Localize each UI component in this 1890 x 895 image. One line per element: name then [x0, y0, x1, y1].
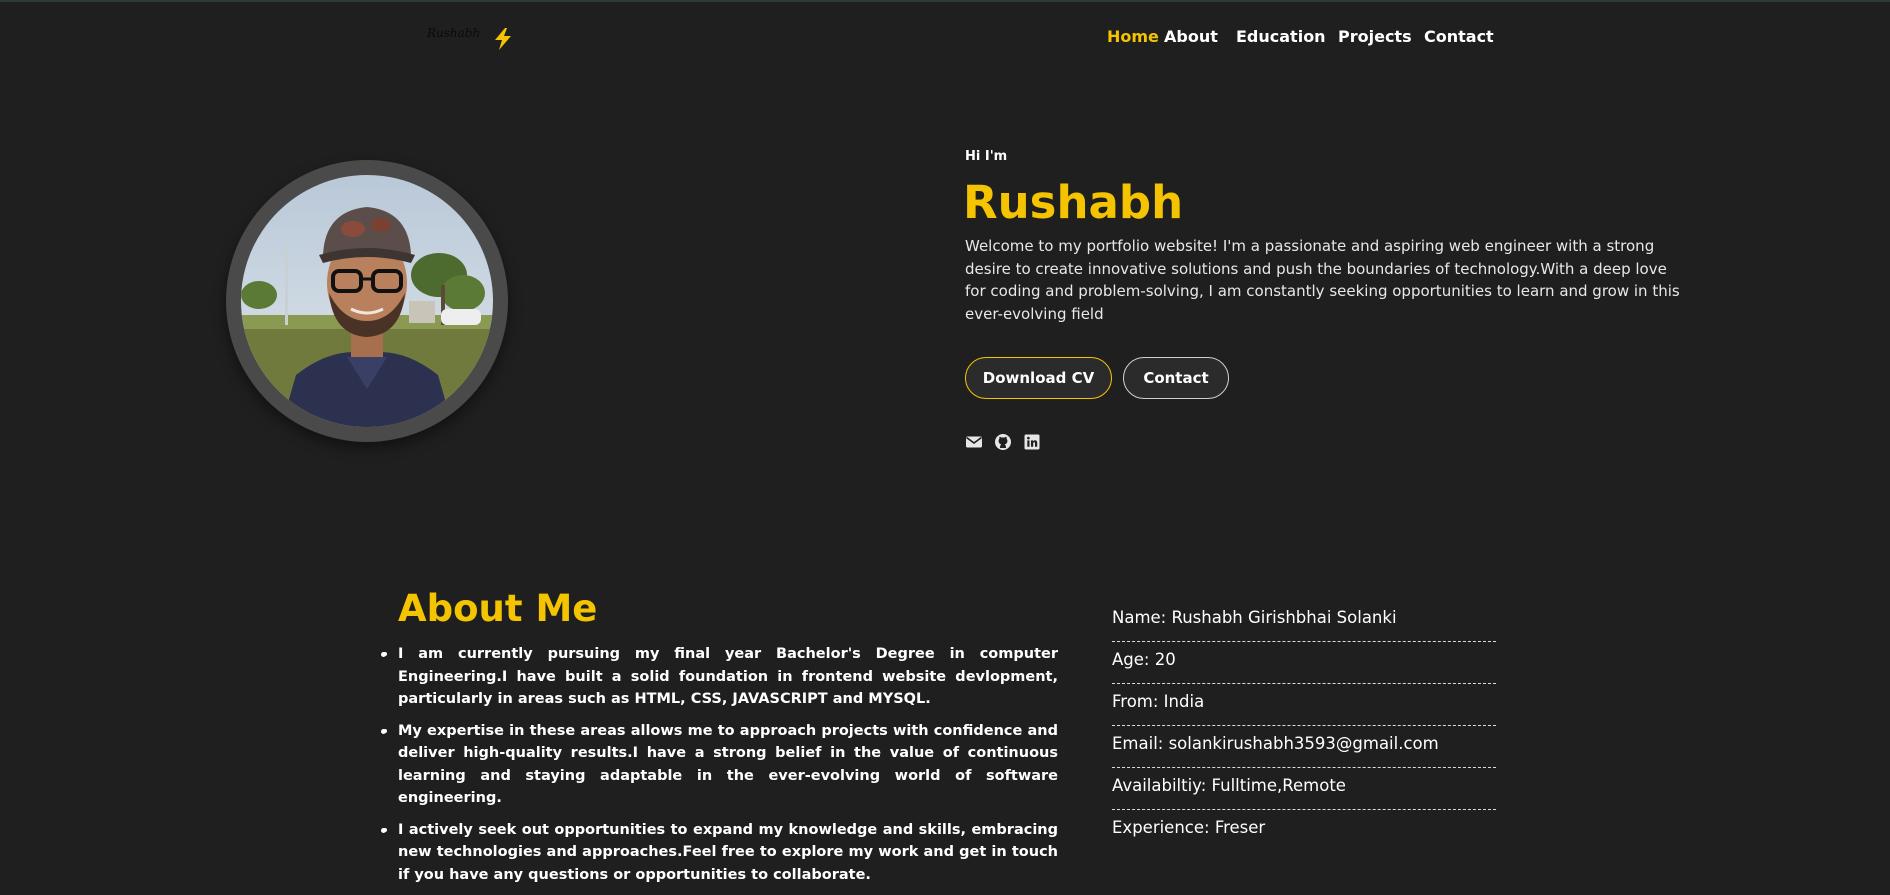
nav-menu: Home About Education Projects Contact [0, 27, 1890, 49]
info-email: Email: solankirushabh3593@gmail.com [1112, 726, 1496, 768]
linkedin-icon[interactable] [1023, 433, 1041, 451]
nav-home[interactable]: Home [1107, 27, 1159, 46]
nav-about[interactable]: About [1164, 27, 1218, 46]
about-item: I actively seek out opportunities to exp… [381, 819, 1058, 887]
nav-education[interactable]: Education [1236, 27, 1326, 46]
info-experience: Experience: Freser [1112, 818, 1266, 837]
info-availability: Availabiltiy: Fulltime,Remote [1112, 768, 1496, 810]
hero-greeting: Hi I'm [965, 149, 1008, 164]
about-item-text: I actively seek out opportunities to exp… [398, 821, 1058, 883]
hero-name: Rushabh [963, 176, 1184, 229]
about-item: My expertise in these areas allows me to… [381, 720, 1058, 810]
bullet [381, 827, 386, 833]
nav-projects[interactable]: Projects [1338, 27, 1412, 46]
hero-description: Welcome to my portfolio website! I'm a p… [965, 237, 1680, 323]
about-list: I am currently pursuing my final year Ba… [381, 643, 1058, 895]
github-icon[interactable] [994, 433, 1012, 451]
envelope-icon[interactable] [965, 433, 983, 451]
info-from: From: India [1112, 684, 1496, 726]
personal-info-list: Name: Rushabh Girishbhai Solanki Age: 20… [1112, 600, 1496, 852]
contact-button[interactable]: Contact [1123, 357, 1229, 399]
profile-photo-frame [226, 160, 508, 442]
about-item: I am currently pursuing my final year Ba… [381, 643, 1058, 711]
about-title: About Me [398, 587, 598, 630]
navbar: Rushabh Home About Education Projects Co… [0, 2, 1890, 68]
about-item-text: I am currently pursuing my final year Ba… [398, 646, 1058, 707]
about-item-text: My expertise in these areas allows me to… [398, 722, 1058, 807]
bullet [381, 728, 386, 734]
nav-contact[interactable]: Contact [1424, 27, 1494, 46]
info-age: Age: 20 [1112, 642, 1496, 684]
download-cv-button[interactable]: Download CV [965, 357, 1112, 399]
profile-photo [241, 175, 493, 427]
bullet [381, 652, 386, 657]
info-name: Name: Rushabh Girishbhai Solanki [1112, 600, 1496, 642]
